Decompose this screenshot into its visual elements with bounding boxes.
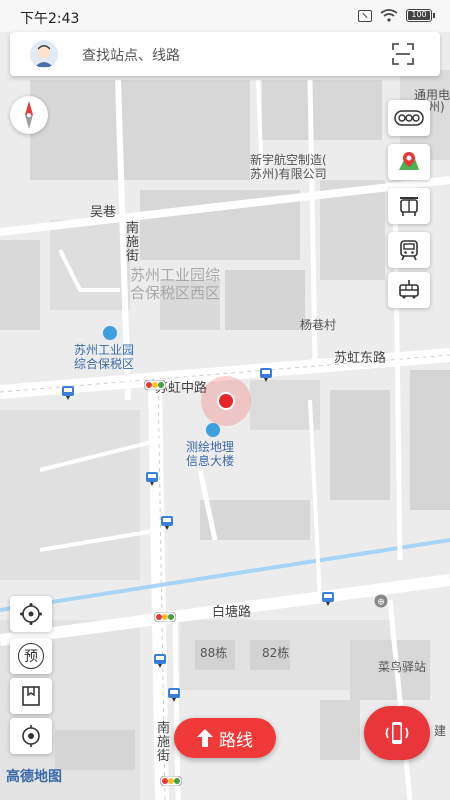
aero-company-label[interactable]: 新宇航空制造(: [250, 153, 327, 167]
status-time: 下午2:43: [20, 11, 80, 27]
traffic-signal-icon: [144, 380, 166, 390]
status-icons: 100: [358, 9, 435, 22]
cainiao-label[interactable]: 菜鸟驿站: [378, 660, 426, 674]
metro-icon: [400, 240, 418, 261]
building-88-label: 88栋: [200, 646, 228, 660]
bookmark-button[interactable]: [10, 678, 52, 714]
traffic-signal-icon: [154, 612, 176, 622]
current-location-marker[interactable]: [217, 392, 235, 410]
nanshi-street-lower-label-3: 街: [157, 749, 171, 764]
route-button-label: 路线: [219, 730, 253, 751]
metro-button[interactable]: [388, 232, 430, 268]
nanshi-street-lower-label: 南: [157, 721, 171, 736]
suhong-east-road-label: 苏虹东路: [334, 351, 387, 366]
edge-text-label: 建: [434, 724, 447, 738]
aero-company-label-2[interactable]: 苏州)有限公司: [250, 167, 327, 181]
nearby-station-icon: [399, 152, 419, 170]
user-avatar-icon[interactable]: [30, 40, 58, 68]
nanshi-street-lower-label-2: 施: [157, 735, 171, 750]
tonyong-label-2[interactable]: 州): [428, 100, 445, 114]
scan-icon[interactable]: [392, 43, 414, 65]
search-input[interactable]: 查找站点、线路: [82, 45, 180, 65]
arrow-up-icon: [197, 729, 213, 747]
shake-button[interactable]: [364, 706, 430, 760]
traffic-light-icon: [394, 110, 424, 126]
reserve-icon: 预: [18, 643, 44, 669]
nanshi-street-label: 南: [126, 221, 140, 236]
park-office-label-2[interactable]: 综合保税区: [74, 357, 134, 371]
bus-stop-icon: [400, 197, 418, 216]
search-bar[interactable]: 查找站点、线路: [10, 32, 440, 76]
amap-logo: 高德地图: [6, 769, 62, 785]
bus-stop-icon[interactable]: [146, 472, 158, 486]
bus-stop-icon[interactable]: [260, 368, 272, 382]
phone-shake-icon: [385, 722, 409, 744]
baitang-road-label: 白塘路: [212, 605, 252, 620]
bus-stop-icon[interactable]: [62, 386, 74, 400]
traffic-signal-icon: [160, 776, 182, 786]
bus-stop-icon[interactable]: [322, 592, 334, 606]
bus-route-button[interactable]: [388, 272, 430, 308]
bookmark-icon: [22, 686, 40, 706]
park-zone-label: 苏州工业园综: [130, 266, 221, 284]
park-zone-label-2: 合保税区西区: [130, 284, 221, 302]
nanshi-street-label-3: 街: [126, 249, 140, 264]
building-poi-icon[interactable]: [103, 326, 117, 340]
reserve-button[interactable]: 预: [10, 638, 52, 674]
locate-icon: [22, 725, 40, 747]
survey-building-label[interactable]: 测绘地理: [186, 440, 234, 454]
bus-stop-button[interactable]: [388, 188, 430, 224]
battery-level: 100: [411, 10, 427, 19]
yangxiang-village-label[interactable]: 杨巷村: [300, 318, 336, 332]
battery-icon: 100: [406, 9, 435, 22]
bus-route-icon: [399, 280, 419, 299]
bus-stop-icon[interactable]: [161, 516, 173, 530]
svg-text:⊕: ⊕: [377, 598, 385, 608]
bus-stop-icon[interactable]: [154, 654, 166, 668]
traffic-toggle-button[interactable]: [388, 100, 430, 136]
compass-icon: [25, 101, 33, 129]
sim-icon: [358, 9, 372, 22]
status-bar: 下午2:43 100: [0, 0, 450, 32]
survey-building-label-2[interactable]: 信息大楼: [186, 454, 234, 468]
layers-icon: [20, 603, 42, 625]
wu-lane-label: 吴巷: [90, 205, 117, 220]
building-poi-icon[interactable]: [206, 423, 220, 437]
bus-stop-icon[interactable]: [168, 688, 180, 702]
layers-button[interactable]: [10, 596, 52, 632]
nearby-station-button[interactable]: [388, 144, 430, 180]
locate-button[interactable]: [10, 718, 52, 754]
park-office-label[interactable]: 苏州工业园: [74, 343, 134, 357]
route-button[interactable]: 路线: [174, 718, 276, 758]
compass-button[interactable]: [10, 96, 48, 134]
building-82-label: 82栋: [262, 646, 290, 660]
wifi-icon: [380, 9, 398, 22]
nanshi-street-label-2: 施: [126, 235, 140, 250]
metro-station-icon[interactable]: ⊕: [374, 594, 388, 608]
